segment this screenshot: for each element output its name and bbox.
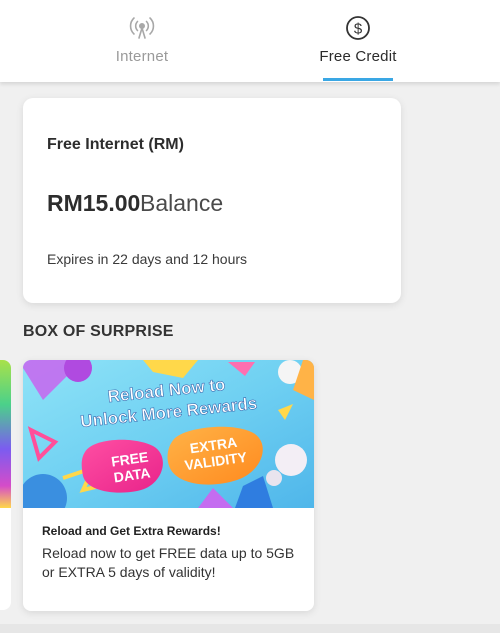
balance-label: Balance — [140, 190, 224, 216]
tab-bar: Internet $ Free Credit — [0, 0, 500, 82]
tab-free-credit[interactable]: $ Free Credit — [308, 0, 408, 82]
tab-internet[interactable]: Internet — [92, 0, 192, 82]
promo-title: Reload and Get Extra Rewards! — [42, 524, 221, 538]
signal-tower-icon — [129, 17, 155, 39]
tab-free-credit-label: Free Credit — [319, 48, 397, 65]
promo-banner-image — [0, 360, 11, 508]
dollar-circle-icon: $ — [346, 16, 370, 40]
balance-card: Free Internet (RM) RM15.00 Balance Expir… — [23, 98, 401, 303]
bottom-divider — [0, 624, 500, 633]
promo-card[interactable]: Reload Now to Unlock More Rewards FREE D… — [23, 360, 314, 611]
promo-banner-image: Reload Now to Unlock More Rewards FREE D… — [23, 360, 314, 508]
promo-description: Reload now to get FREE data up to 5GB or… — [42, 545, 295, 580]
carousel-card-previous[interactable] — [0, 360, 11, 610]
balance-amount: RM15.00 — [47, 190, 141, 216]
active-tab-indicator — [323, 78, 393, 81]
section-title: BOX OF SURPRISE — [23, 323, 174, 340]
svg-text:$: $ — [354, 21, 363, 38]
expiry-text: Expires in 22 days and 12 hours — [47, 251, 248, 267]
balance-card-title: Free Internet (RM) — [47, 136, 184, 153]
tab-internet-label: Internet — [115, 48, 169, 65]
